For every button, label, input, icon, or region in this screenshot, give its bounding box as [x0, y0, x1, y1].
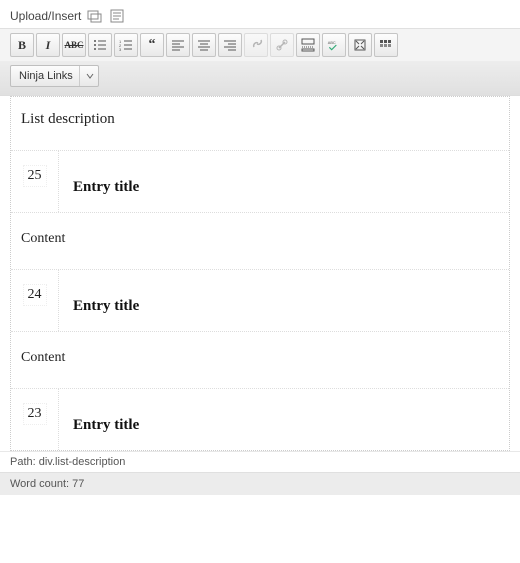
- entry-row: 25 Entry title: [11, 151, 509, 213]
- editor-content[interactable]: List description 25 Entry title Content …: [0, 96, 520, 451]
- kitchen-sink-button[interactable]: [374, 33, 398, 57]
- entry-title: Entry title: [59, 151, 509, 212]
- link-button[interactable]: [244, 33, 268, 57]
- svg-text:ABC: ABC: [328, 40, 336, 45]
- entry-row: 24 Entry title: [11, 270, 509, 332]
- align-left-button[interactable]: [166, 33, 190, 57]
- entry-content: Content: [11, 332, 509, 389]
- list-description: List description: [11, 97, 509, 151]
- entry-title: Entry title: [59, 389, 509, 450]
- add-form-icon[interactable]: [109, 8, 125, 24]
- align-right-button[interactable]: [218, 33, 242, 57]
- chevron-down-icon: [79, 66, 94, 86]
- entry-number: 24: [11, 270, 59, 331]
- dropdown-label: Ninja Links: [19, 70, 73, 82]
- italic-button[interactable]: I: [36, 33, 60, 57]
- path-row: Path: div.list-description: [0, 451, 520, 472]
- ordered-list-button[interactable]: 123: [114, 33, 138, 57]
- entry-title: Entry title: [59, 270, 509, 331]
- entry-row: 23 Entry title: [11, 389, 509, 450]
- upload-insert-label: Upload/Insert: [10, 9, 81, 23]
- spellcheck-button[interactable]: ABC: [322, 33, 346, 57]
- path-prefix: Path:: [10, 456, 39, 468]
- wordcount-prefix: Word count:: [10, 478, 72, 490]
- entry-number: 23: [11, 389, 59, 450]
- strikethrough-button[interactable]: ABC: [62, 33, 86, 57]
- unordered-list-button[interactable]: [88, 33, 112, 57]
- unlink-button[interactable]: [270, 33, 294, 57]
- svg-text:3: 3: [119, 47, 122, 52]
- editor-toolbar: B I ABC 123 “ ABC Ninja Links: [0, 28, 520, 96]
- fullscreen-button[interactable]: [348, 33, 372, 57]
- upload-row: Upload/Insert: [0, 0, 520, 28]
- ninja-links-dropdown[interactable]: Ninja Links: [10, 65, 99, 87]
- wordcount-value: 77: [72, 478, 84, 490]
- entry-number: 25: [11, 151, 59, 212]
- bold-button[interactable]: B: [10, 33, 34, 57]
- align-center-button[interactable]: [192, 33, 216, 57]
- blockquote-button[interactable]: “: [140, 33, 164, 57]
- wordcount-row: Word count: 77: [0, 472, 520, 495]
- entry-content: Content: [11, 213, 509, 270]
- more-tag-button[interactable]: [296, 33, 320, 57]
- add-media-icon[interactable]: [87, 8, 103, 24]
- path-value[interactable]: div.list-description: [39, 456, 126, 468]
